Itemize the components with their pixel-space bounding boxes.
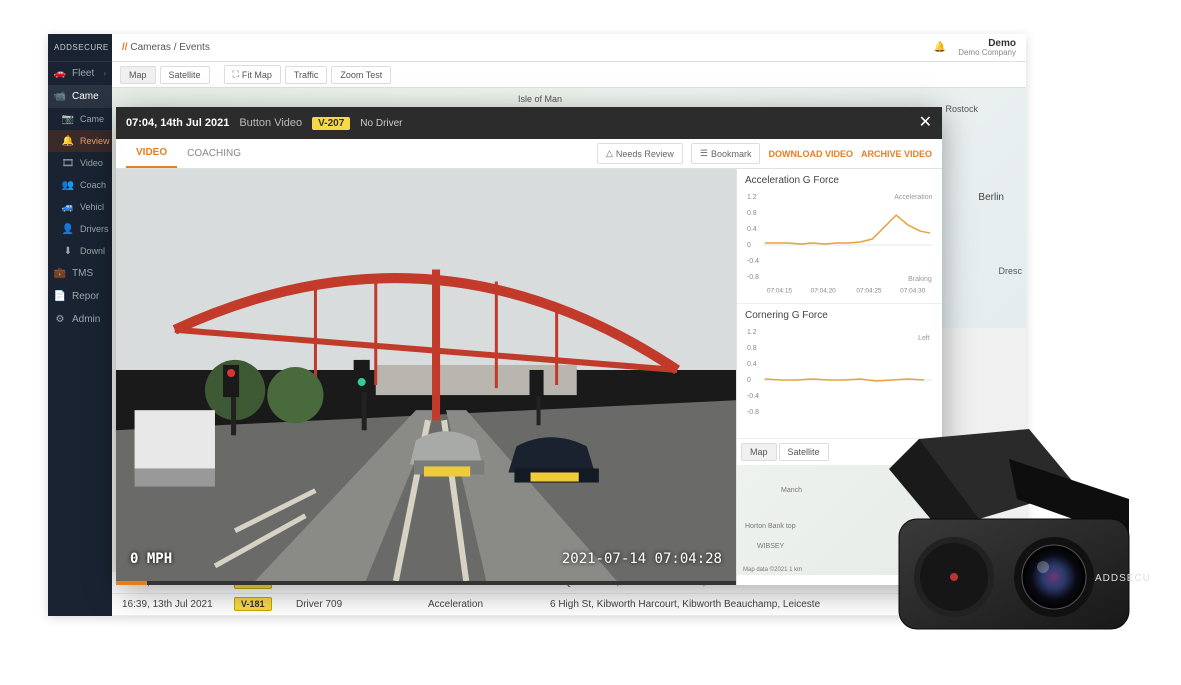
svg-text:1.2: 1.2: [747, 194, 757, 201]
svg-text:Braking: Braking: [908, 276, 932, 283]
vehicle-badge: V-181: [234, 597, 272, 611]
topbar: // Cameras / Events 🔔 Demo Demo Company: [112, 34, 1026, 62]
sidebar-item-label: Came: [80, 114, 104, 124]
sidebar-item-download[interactable]: ⬇ Downl: [48, 240, 112, 262]
event-title: Button Video: [239, 117, 302, 129]
archive-video-link[interactable]: ARCHIVE VIDEO: [861, 149, 932, 159]
sidebar-item-label: Admin: [72, 314, 100, 325]
video-scrubber[interactable]: [116, 581, 736, 585]
sidebar-item-label: Video: [80, 158, 103, 168]
timestamp-overlay: 2021-07-14 07:04:28: [562, 551, 722, 567]
svg-text:0: 0: [747, 377, 751, 384]
still-camera-icon: 📷: [62, 114, 74, 124]
sidebar-item-fleet[interactable]: 🚗 Fleet ›: [48, 62, 112, 85]
bookmark-button[interactable]: ☰ Bookmark: [691, 143, 761, 164]
sidebar-item-label: Downl: [80, 246, 105, 256]
video-event-modal: 07:04, 14th Jul 2021 Button Video V-207 …: [116, 107, 942, 585]
video-player[interactable]: 0 MPH 2021-07-14 07:04:28: [116, 169, 736, 585]
driver-label: No Driver: [360, 118, 402, 129]
sidebar-header: ADDSECURE: [48, 34, 112, 62]
svg-text:1.2: 1.2: [747, 329, 757, 336]
satellite-tab[interactable]: Satellite: [160, 66, 210, 84]
svg-text:0: 0: [747, 242, 751, 249]
sidebar-item-cameras[interactable]: 📹 Came: [48, 85, 112, 108]
sidebar-item-label: Repor: [72, 291, 99, 302]
acceleration-chart: Acceleration G Force 1.2 0.8 0.4 0 -0.4 …: [737, 169, 942, 304]
user-icon: 👤: [62, 224, 74, 234]
svg-text:-0.8: -0.8: [747, 409, 759, 416]
sidebar-item-drivers[interactable]: 👤 Drivers: [48, 218, 112, 240]
document-icon: 📄: [54, 292, 66, 302]
tab-video[interactable]: VIDEO: [126, 139, 177, 168]
sidebar-item-label: Came: [72, 91, 99, 102]
sidebar-item-reports[interactable]: 📄 Repor: [48, 285, 112, 308]
alert-icon: 🔔: [62, 136, 74, 146]
svg-text:Acceleration: Acceleration: [894, 194, 932, 201]
minimap-satellite-tab[interactable]: Satellite: [779, 443, 829, 461]
traffic-button[interactable]: Traffic: [285, 66, 328, 84]
svg-text:-0.4: -0.4: [747, 258, 759, 265]
car-icon: 🚗: [54, 69, 66, 79]
dashcam-device: ADDSECURE: [839, 429, 1149, 649]
svg-text:0.4: 0.4: [747, 226, 757, 233]
sidebar-item-label: Vehicl: [80, 202, 104, 212]
svg-text:0.8: 0.8: [747, 210, 757, 217]
svg-text:07:04:30: 07:04:30: [900, 288, 926, 295]
vehicle-badge: V-207: [312, 117, 350, 130]
sidebar-item-label: TMS: [72, 268, 93, 279]
briefcase-icon: 💼: [54, 269, 66, 279]
sidebar-item-coach[interactable]: 👥 Coach: [48, 174, 112, 196]
cornering-chart: Cornering G Force 1.2 0.8 0.4 0 -0.4 -0.…: [737, 304, 942, 439]
fit-map-button[interactable]: ⛶ Fit Map: [224, 65, 281, 84]
sidebar-item-review[interactable]: 🔔 Review: [48, 130, 112, 152]
bell-icon[interactable]: 🔔: [934, 42, 946, 53]
svg-text:Left: Left: [918, 335, 930, 342]
film-icon: 🎞: [62, 158, 74, 168]
breadcrumb: // Cameras / Events: [122, 42, 210, 53]
event-timestamp: 07:04, 14th Jul 2021: [126, 117, 229, 129]
map-toolbar: Map Satellite ⛶ Fit Map Traffic Zoom Tes…: [112, 62, 1026, 88]
vehicle-icon: 🚙: [62, 202, 74, 212]
map-tab[interactable]: Map: [120, 66, 156, 84]
sidebar-item-vehicles[interactable]: 🚙 Vehicl: [48, 196, 112, 218]
needs-review-button[interactable]: △ Needs Review: [597, 143, 683, 164]
minimap-map-tab[interactable]: Map: [741, 443, 777, 461]
svg-text:ADDSECURE: ADDSECURE: [1095, 573, 1149, 584]
svg-text:07:04:15: 07:04:15: [767, 288, 793, 295]
speed-overlay: 0 MPH: [130, 551, 172, 567]
sidebar-item-label: Fleet: [72, 68, 94, 79]
brand-logo: ADDSECURE: [54, 43, 109, 52]
sidebar-item-video[interactable]: 🎞 Video: [48, 152, 112, 174]
camera-icon: 📹: [54, 92, 66, 102]
download-video-link[interactable]: DOWNLOAD VIDEO: [768, 149, 853, 159]
modal-header: 07:04, 14th Jul 2021 Button Video V-207 …: [116, 107, 942, 139]
sidebar-item-label: Review: [80, 136, 110, 146]
sidebar: ADDSECURE 🚗 Fleet › 📹 Came 📷 Came 🔔 Revi…: [48, 34, 112, 616]
users-icon: 👥: [62, 180, 74, 190]
chevron-right-icon: ›: [103, 69, 106, 78]
svg-text:07:04:25: 07:04:25: [856, 288, 882, 295]
svg-text:0.4: 0.4: [747, 361, 757, 368]
user-menu[interactable]: Demo Demo Company: [958, 38, 1016, 58]
zoom-test-button[interactable]: Zoom Test: [331, 66, 391, 84]
gear-icon: ⚙: [54, 315, 66, 325]
close-icon[interactable]: ✕: [919, 115, 932, 131]
sidebar-item-admin[interactable]: ⚙ Admin: [48, 308, 112, 331]
tab-coaching[interactable]: COACHING: [177, 140, 251, 167]
download-icon: ⬇: [62, 246, 74, 256]
sidebar-item-cameras-sub[interactable]: 📷 Came: [48, 108, 112, 130]
svg-text:-0.4: -0.4: [747, 393, 759, 400]
modal-tabs: VIDEO COACHING △ Needs Review ☰ Bookmark…: [116, 139, 942, 169]
svg-text:07:04:20: 07:04:20: [811, 288, 837, 295]
svg-text:-0.8: -0.8: [747, 274, 759, 281]
video-frame: 0 MPH 2021-07-14 07:04:28: [116, 169, 736, 581]
sidebar-item-label: Coach: [80, 180, 106, 190]
sidebar-item-tms[interactable]: 💼 TMS: [48, 262, 112, 285]
svg-text:0.8: 0.8: [747, 345, 757, 352]
sidebar-item-label: Drivers: [80, 224, 109, 234]
